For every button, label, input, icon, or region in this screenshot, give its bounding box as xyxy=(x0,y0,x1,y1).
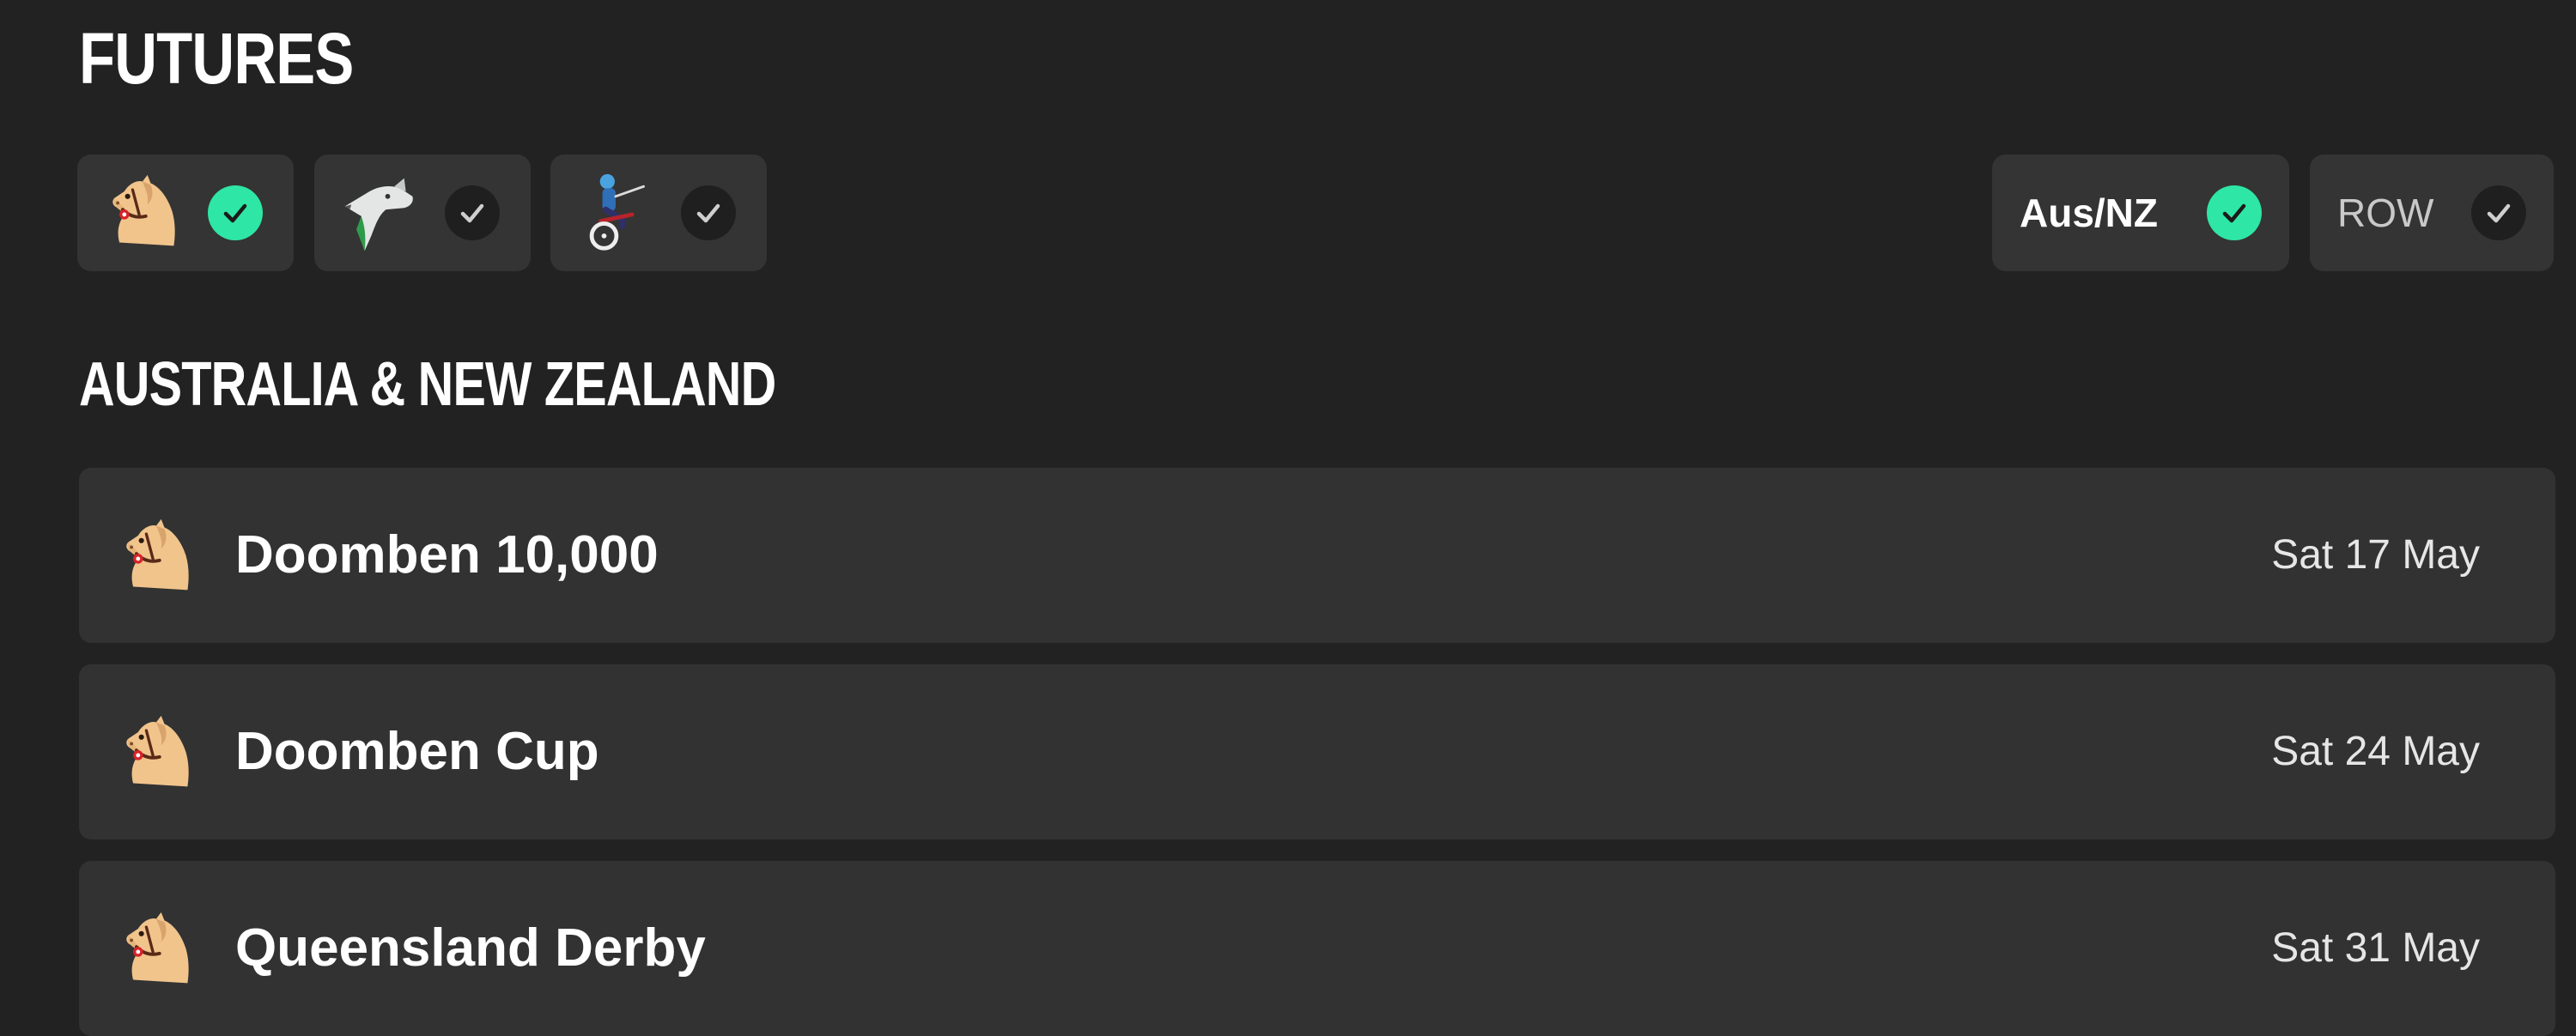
check-selected-icon xyxy=(208,185,263,240)
horse-head-icon xyxy=(113,712,196,795)
race-name: Queensland Derby xyxy=(235,918,706,978)
region-aus-nz-button[interactable]: Aus/NZ xyxy=(1992,154,2289,271)
check-unselected-icon xyxy=(445,185,500,240)
race-row-queensland-derby[interactable]: Queensland Derby Sat 31 May xyxy=(79,861,2555,1036)
race-row-doomben-10000[interactable]: Doomben 10,000 Sat 17 May xyxy=(79,468,2555,643)
greyhound-icon xyxy=(337,172,419,254)
check-selected-icon xyxy=(2207,185,2262,240)
check-unselected-icon xyxy=(2471,185,2526,240)
race-date: Sat 17 May xyxy=(2271,532,2480,578)
page-title: FUTURES xyxy=(79,18,354,99)
region-aus-nz-label: Aus/NZ xyxy=(2020,191,2158,235)
filter-thoroughbred-button[interactable] xyxy=(77,154,294,271)
check-unselected-icon xyxy=(681,185,736,240)
horse-head-icon xyxy=(113,909,196,991)
harness-racing-icon xyxy=(573,172,655,254)
filter-greyhound-button[interactable] xyxy=(314,154,531,271)
race-row-doomben-cup[interactable]: Doomben Cup Sat 24 May xyxy=(79,664,2555,839)
section-title: AUSTRALIA & NEW ZEALAND xyxy=(79,350,776,419)
horse-head-icon xyxy=(100,172,182,254)
horse-head-icon xyxy=(113,516,196,598)
race-name: Doomben Cup xyxy=(235,722,599,781)
race-name: Doomben 10,000 xyxy=(235,525,659,585)
region-row-label: ROW xyxy=(2337,191,2434,235)
region-row-button[interactable]: ROW xyxy=(2310,154,2554,271)
filter-harness-button[interactable] xyxy=(550,154,767,271)
race-date: Sat 31 May xyxy=(2271,925,2480,971)
race-date: Sat 24 May xyxy=(2271,729,2480,774)
